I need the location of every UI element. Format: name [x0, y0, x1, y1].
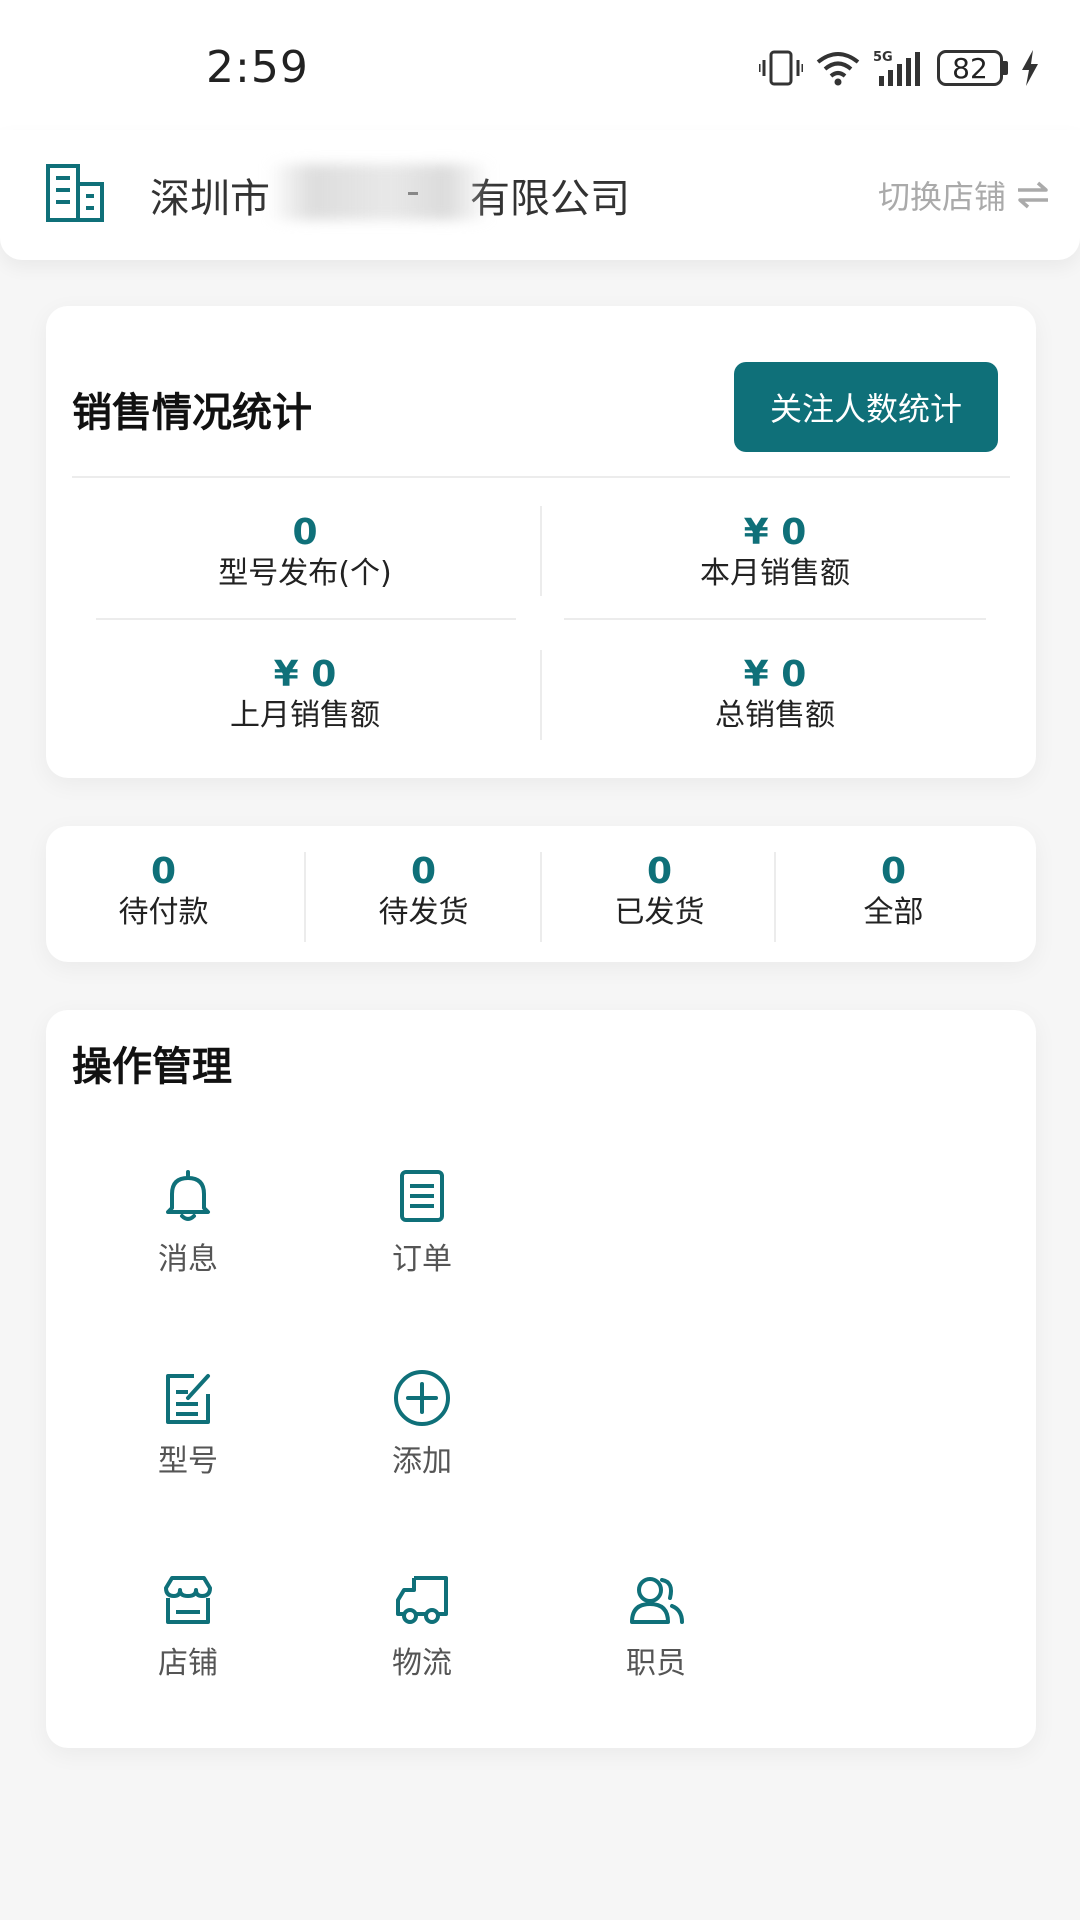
- order-all[interactable]: 0 全部: [776, 852, 1011, 934]
- op-models[interactable]: 型号: [108, 1368, 268, 1480]
- sales-stats-card: 销售情况统计 关注人数统计 0 型号发布(个) ¥ 0 本月销售额 ¥ 0 上月…: [46, 306, 1036, 778]
- divider: [540, 650, 542, 740]
- store-icon: [164, 1576, 212, 1624]
- order-count: 0: [646, 851, 673, 892]
- stat-label: 本月销售额: [700, 556, 850, 591]
- charging-icon: [1022, 50, 1038, 86]
- order-shipped[interactable]: 0 已发货: [542, 852, 777, 934]
- order-count: 0: [880, 851, 907, 892]
- vibrate-icon: [759, 50, 803, 86]
- signal-5g-icon: 5G: [873, 50, 920, 86]
- switch-store-label: 切换店铺: [877, 178, 1006, 216]
- stat-label: 上月销售额: [230, 698, 380, 733]
- status-icons: 5G 82: [759, 44, 1040, 92]
- op-messages[interactable]: 消息: [108, 1166, 268, 1278]
- op-label: 职员: [626, 1646, 686, 1681]
- divider: [96, 618, 516, 620]
- stat-last-month-sales[interactable]: ¥ 0 上月销售额: [70, 654, 540, 736]
- op-label: 店铺: [158, 1646, 218, 1681]
- edit-icon: [166, 1374, 210, 1424]
- battery-level: 82: [937, 50, 1003, 86]
- stat-month-sales[interactable]: ¥ 0 本月销售额: [540, 512, 1010, 594]
- op-label: 型号: [158, 1444, 218, 1479]
- order-label: 全部: [863, 895, 924, 930]
- order-count: 0: [410, 851, 437, 892]
- building-icon: [46, 164, 104, 222]
- op-label: 添加: [392, 1444, 452, 1479]
- order-label: 已发货: [614, 895, 705, 930]
- svg-text:5G: 5G: [873, 50, 893, 65]
- bell-icon: [166, 1170, 210, 1221]
- order-count: 0: [150, 851, 177, 892]
- order-status-card: 0 待付款 0 待发货 0 已发货 0 全部: [46, 826, 1036, 962]
- divider: [564, 618, 986, 620]
- op-orders[interactable]: 订单: [342, 1166, 502, 1278]
- stat-value: ¥ 0: [743, 654, 807, 695]
- order-label: 待付款: [118, 895, 209, 930]
- order-pending-shipment[interactable]: 0 待发货: [306, 852, 541, 934]
- status-bar: 2:59 5G 82: [0, 0, 1080, 130]
- battery-icon: 82: [937, 50, 1008, 86]
- stat-value: ¥ 0: [273, 654, 337, 695]
- company-name-suffix: 有限公司: [470, 176, 630, 222]
- staff-icon: [630, 1577, 684, 1624]
- op-logistics[interactable]: 物流: [342, 1570, 502, 1682]
- switch-store-button[interactable]: 切换店铺: [878, 172, 1050, 218]
- status-time: 2:59: [206, 42, 309, 93]
- store-header: 深圳市 有限公司 切换店铺: [0, 130, 1080, 260]
- follower-stats-button[interactable]: 关注人数统计: [734, 362, 998, 452]
- stat-label: 总销售额: [715, 698, 835, 733]
- order-label: 待发货: [378, 895, 469, 930]
- stat-value: ¥ 0: [743, 512, 807, 553]
- truck-icon: [396, 1576, 448, 1624]
- stat-label: 型号发布(个): [218, 556, 392, 591]
- redacted-area: [268, 164, 490, 220]
- order-icon: [400, 1170, 444, 1222]
- op-store[interactable]: 店铺: [108, 1570, 268, 1682]
- company-name-prefix: 深圳市: [150, 176, 270, 222]
- order-pending-payment[interactable]: 0 待付款: [46, 852, 281, 934]
- add-circle-icon: [394, 1370, 450, 1426]
- divider: [540, 506, 542, 596]
- op-label: 物流: [392, 1646, 452, 1681]
- op-label: 订单: [392, 1242, 452, 1277]
- stat-value: 0: [292, 512, 318, 553]
- stat-models-published[interactable]: 0 型号发布(个): [70, 512, 540, 594]
- divider: [72, 476, 1010, 478]
- op-staff[interactable]: 职员: [576, 1570, 736, 1682]
- stat-total-sales[interactable]: ¥ 0 总销售额: [540, 654, 1010, 736]
- op-add[interactable]: 添加: [342, 1368, 502, 1480]
- wifi-icon: [816, 52, 860, 86]
- operations-title: 操作管理: [72, 1044, 232, 1090]
- swap-icon: [1018, 181, 1048, 209]
- operations-card: 操作管理 消息 订单 型号 添加 店铺 物流 职员: [46, 1010, 1036, 1748]
- op-label: 消息: [158, 1242, 218, 1277]
- sales-title: 销售情况统计: [72, 390, 312, 436]
